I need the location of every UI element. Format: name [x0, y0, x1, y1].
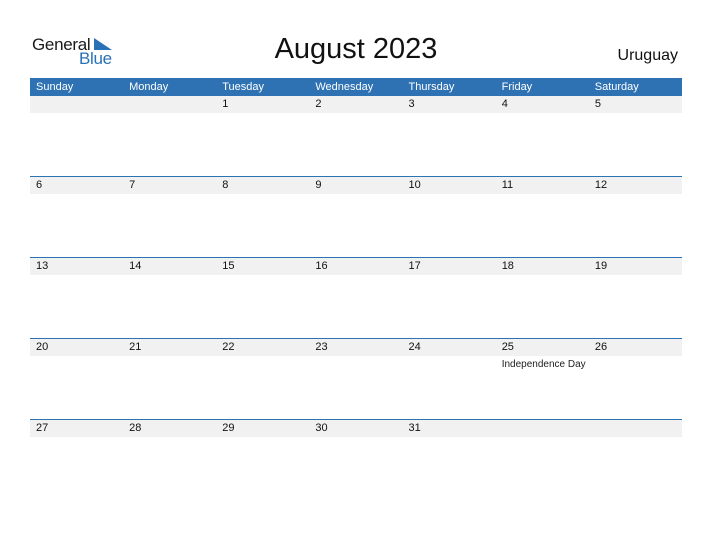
day-number: 23 — [315, 341, 328, 353]
day-cell: 15 — [216, 258, 309, 339]
day-cell: 5 — [589, 96, 682, 177]
day-cell: 18 — [496, 258, 589, 339]
day-number: 1 — [222, 98, 229, 110]
day-cell: 25 Independence Day — [496, 339, 589, 420]
page-title: August 2023 — [274, 33, 438, 65]
weekday-header: Sunday Monday Tuesday Wednesday Thursday… — [30, 78, 682, 96]
day-number: 19 — [594, 260, 608, 272]
day-cell: 4 — [496, 96, 589, 177]
day-number: 24 — [408, 341, 421, 353]
week-row: 13 14 15 16 17 18 19 — [30, 257, 682, 339]
weekday-saturday: Saturday — [594, 81, 639, 93]
day-cell: 14 — [123, 258, 216, 339]
day-number: 25 — [501, 341, 514, 353]
day-number: 10 — [408, 179, 421, 191]
holiday-label: Independence Day — [501, 359, 586, 370]
day-cell: 1 — [216, 96, 309, 177]
weekday-thursday: Thursday — [408, 81, 455, 93]
day-cell: 26 — [589, 339, 682, 420]
day-number: 2 — [315, 98, 322, 110]
weekday-wednesday: Wednesday — [315, 81, 374, 93]
day-number: 6 — [36, 179, 43, 191]
week-row: 1 2 3 4 5 — [30, 96, 682, 177]
day-number: 3 — [408, 98, 415, 110]
day-number: 30 — [315, 422, 328, 434]
week-row: 6 7 8 9 10 11 12 — [30, 176, 682, 258]
day-number: 21 — [129, 341, 142, 353]
day-cell: 28 — [123, 420, 216, 501]
day-number: 14 — [129, 260, 142, 272]
day-cell — [30, 96, 123, 177]
day-cell: 13 — [30, 258, 123, 339]
day-cell: 23 — [309, 339, 402, 420]
day-number: 13 — [36, 260, 49, 272]
weekday-monday: Monday — [129, 81, 169, 93]
day-cell: 27 — [30, 420, 123, 501]
day-cell: 7 — [123, 177, 216, 258]
day-cell: 10 — [403, 177, 496, 258]
day-cell: 6 — [30, 177, 123, 258]
day-number: 27 — [36, 422, 49, 434]
day-number: 26 — [594, 341, 608, 353]
day-cell — [123, 96, 216, 177]
day-cell: 20 — [30, 339, 123, 420]
day-number: 4 — [501, 98, 508, 110]
weekday-sunday: Sunday — [36, 81, 74, 93]
day-number: 31 — [408, 422, 421, 434]
day-number: 28 — [129, 422, 142, 434]
day-number: 20 — [36, 341, 49, 353]
day-cell: 29 — [216, 420, 309, 501]
day-cell: 22 — [216, 339, 309, 420]
day-cell: 9 — [309, 177, 402, 258]
day-cell: 12 — [589, 177, 682, 258]
weekday-friday: Friday — [501, 81, 533, 93]
day-number: 17 — [408, 260, 421, 272]
country-label: Uruguay — [617, 47, 678, 64]
day-number: 16 — [315, 260, 328, 272]
day-cell: 30 — [309, 420, 402, 501]
day-cell: 11 — [496, 177, 589, 258]
week-row: 20 21 22 23 24 25 Independence Day 26 — [30, 338, 682, 420]
day-number: 7 — [129, 179, 136, 191]
day-cell — [496, 420, 589, 501]
day-cell: 24 — [403, 339, 496, 420]
day-number: 29 — [222, 422, 235, 434]
day-cell: 16 — [309, 258, 402, 339]
day-cell — [589, 420, 682, 501]
day-number: 12 — [594, 179, 608, 191]
day-cell: 17 — [403, 258, 496, 339]
day-cell: 31 — [403, 420, 496, 501]
day-cell: 3 — [403, 96, 496, 177]
day-number: 8 — [222, 179, 229, 191]
day-cell: 2 — [309, 96, 402, 177]
day-number: 18 — [501, 260, 514, 272]
day-number: 15 — [222, 260, 235, 272]
day-cell: 21 — [123, 339, 216, 420]
day-cell: 8 — [216, 177, 309, 258]
day-cell: 19 — [589, 258, 682, 339]
week-row: 27 28 29 30 31 — [30, 419, 682, 501]
day-number: 22 — [222, 341, 235, 353]
day-number: 9 — [315, 179, 322, 191]
weekday-tuesday: Tuesday — [222, 81, 265, 93]
day-number: 11 — [501, 179, 514, 191]
day-number: 5 — [594, 98, 601, 110]
